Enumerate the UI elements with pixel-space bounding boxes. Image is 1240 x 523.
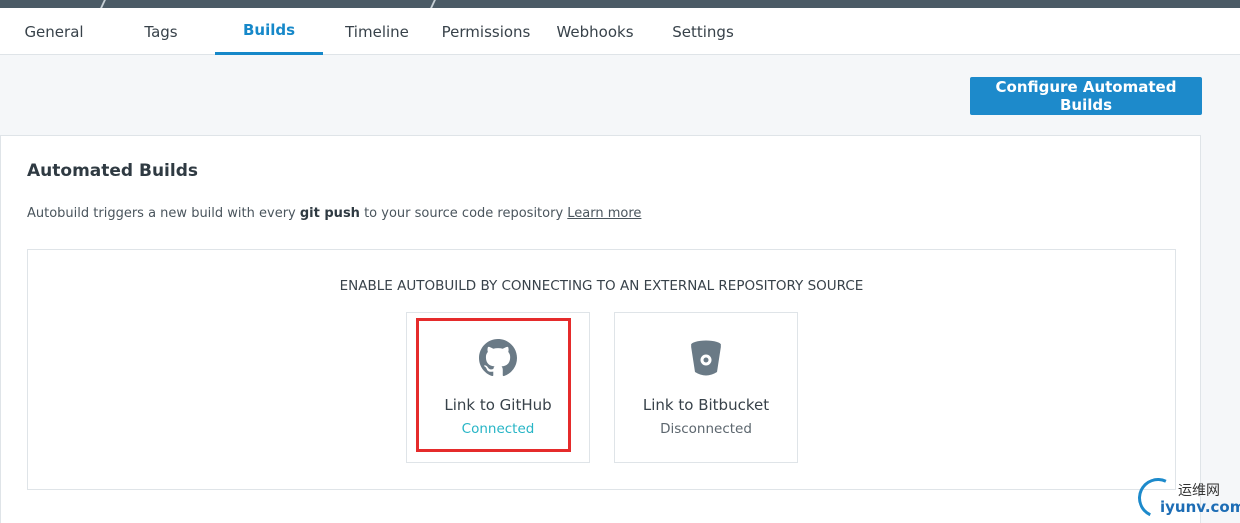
- strip-divider: [430, 0, 436, 8]
- tab-tags[interactable]: Tags: [120, 8, 202, 55]
- tab-general[interactable]: General: [14, 8, 94, 55]
- github-label: Link to GitHub: [444, 396, 552, 414]
- description-text: Autobuild triggers a new build with ever…: [27, 206, 300, 221]
- strip-divider: [100, 0, 106, 8]
- bitbucket-label: Link to Bitbucket: [642, 396, 770, 414]
- git-push-text: git push: [299, 206, 360, 221]
- description-text: to your source code repository: [359, 206, 568, 221]
- link-bitbucket-card[interactable]: Link to Bitbucket Disconnected: [614, 312, 798, 463]
- tab-bar: General Tags Builds Timeline Permissions…: [0, 8, 1240, 55]
- github-status: Connected: [461, 421, 535, 437]
- tab-settings[interactable]: Settings: [662, 8, 744, 55]
- watermark-text: 运维网: [1178, 483, 1220, 499]
- watermark-domain: iyunv.com: [1160, 498, 1240, 516]
- tab-timeline[interactable]: Timeline: [336, 8, 418, 55]
- link-github-card[interactable]: Link to GitHub Connected: [406, 312, 590, 463]
- top-strip: [0, 0, 1240, 8]
- github-icon: [407, 339, 589, 377]
- watermark: 运维网 iyunv.com: [1132, 470, 1240, 523]
- panel-title: Automated Builds: [27, 161, 198, 181]
- tab-builds[interactable]: Builds: [215, 8, 323, 55]
- repository-source-box: ENABLE AUTOBUILD BY CONNECTING TO AN EXT…: [27, 249, 1176, 490]
- learn-more-link[interactable]: Learn more: [567, 206, 641, 221]
- panel-description: Autobuild triggers a new build with ever…: [27, 206, 641, 221]
- bitbucket-icon: [615, 339, 797, 377]
- bitbucket-status: Disconnected: [660, 421, 752, 437]
- repository-source-heading: ENABLE AUTOBUILD BY CONNECTING TO AN EXT…: [339, 278, 864, 294]
- automated-builds-panel: Automated Builds Autobuild triggers a ne…: [0, 135, 1201, 523]
- configure-automated-builds-button[interactable]: Configure Automated Builds: [970, 77, 1202, 115]
- tab-webhooks[interactable]: Webhooks: [550, 8, 640, 55]
- tab-permissions[interactable]: Permissions: [434, 8, 538, 55]
